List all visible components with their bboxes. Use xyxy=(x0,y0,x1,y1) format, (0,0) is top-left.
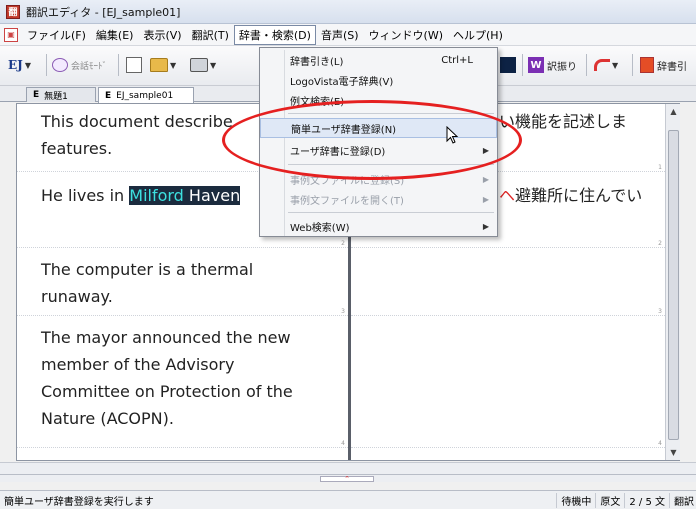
tab-ej-sample01[interactable]: E EJ_sample01 xyxy=(98,87,194,103)
segment-line: Nature (ACOPN). xyxy=(41,409,174,428)
menu-separator xyxy=(288,212,494,213)
status-bar: 簡単ユーザ辞書登録を実行します 待機中 原文 2 / 5 文 翻訳 xyxy=(0,490,696,509)
menu-voice[interactable]: 音声(S) xyxy=(316,25,364,45)
menu-item-web-search[interactable]: Web検索(W) ▶ xyxy=(260,216,497,236)
target-segment[interactable]: 4 xyxy=(351,318,665,448)
chevron-down-icon: ▼ xyxy=(170,60,177,70)
source-segment[interactable]: The mayor announced the new member of th… xyxy=(17,318,348,448)
printer-icon xyxy=(190,58,208,72)
document-icon[interactable]: ▣ xyxy=(4,27,18,42)
segment-number: 3 xyxy=(658,308,662,315)
menu-bar: ▣ ファイル(F) 編集(E) 表示(V) 翻訳(T) 辞書・検索(D) 音声(… xyxy=(0,24,696,46)
folder-icon xyxy=(150,58,168,72)
word-icon: W xyxy=(528,57,544,73)
toolbar-separator xyxy=(118,54,119,76)
bottom-splitter-bar[interactable]: ⌃ xyxy=(0,462,696,483)
translation-editor-window: 翻 翻訳エディタ - [EJ_sample01] ▣ ファイル(F) 編集(E)… xyxy=(0,0,696,509)
undo-icon xyxy=(594,59,610,71)
segment-number: 3 xyxy=(341,308,345,315)
chevron-down-icon: ▼ xyxy=(24,60,31,70)
window-title: 翻訳エディタ - [EJ_sample01] xyxy=(26,5,181,19)
scrollbar-thumb[interactable] xyxy=(668,130,679,440)
menu-translate[interactable]: 翻訳(T) xyxy=(187,25,234,45)
segment-number: 2 xyxy=(658,240,662,247)
shortcut-label: Ctrl+L xyxy=(441,54,473,66)
expand-panel-grip[interactable]: ⌃ xyxy=(320,475,374,483)
menu-dictionary-search[interactable]: 辞書・検索(D) xyxy=(233,24,316,45)
target-segment[interactable]: 3 xyxy=(351,250,665,316)
segment-number: 4 xyxy=(341,440,345,447)
new-document-button[interactable] xyxy=(126,54,142,76)
source-segment[interactable]: The computer is a thermal runaway. 3 xyxy=(17,250,348,316)
print-button[interactable]: ▼ xyxy=(190,54,216,76)
submenu-arrow-icon: ▶ xyxy=(482,194,489,204)
conversation-mode-button[interactable]: 会話ﾓｰﾄﾞ xyxy=(52,54,107,76)
status-source-label: 原文 xyxy=(595,492,620,508)
scroll-down-arrow[interactable]: ▼ xyxy=(666,445,681,460)
status-state: 待機中 xyxy=(556,492,591,508)
status-message: 簡単ユーザ辞書登録を実行します xyxy=(4,496,154,508)
new-document-icon xyxy=(126,57,142,73)
undo-button[interactable]: ▼ xyxy=(594,54,618,76)
translate-annotate-button[interactable]: W 訳振り xyxy=(528,54,577,76)
speech-bubble-icon xyxy=(52,58,68,72)
highlighted-word: Milford xyxy=(129,186,184,205)
segment-line: The mayor announced the new xyxy=(41,328,291,347)
ej-direction-button[interactable]: EJ ▼ xyxy=(8,54,31,76)
scroll-up-arrow[interactable]: ▲ xyxy=(666,104,681,119)
status-indicators: 待機中 原文 2 / 5 文 翻訳 xyxy=(556,492,696,508)
tab-untitled1[interactable]: E 無題1 xyxy=(26,87,96,102)
menu-window[interactable]: ウィンドウ(W) xyxy=(364,25,448,45)
toolbar-separator xyxy=(522,54,523,76)
segment-number: 1 xyxy=(658,164,662,171)
menu-edit[interactable]: 編集(E) xyxy=(91,25,139,45)
chevron-down-icon: ▼ xyxy=(612,60,619,70)
menu-view[interactable]: 表示(V) xyxy=(138,25,186,45)
menu-item-logovista-dictionary[interactable]: LogoVista電子辞典(V) xyxy=(260,70,497,90)
segment-number: 4 xyxy=(658,440,662,447)
toolbar-separator xyxy=(632,54,633,76)
status-sentence-count: 2 / 5 文 xyxy=(624,492,665,508)
title-bar: 翻 翻訳エディタ - [EJ_sample01] xyxy=(0,0,696,24)
highlighted-word: Haven xyxy=(183,186,241,205)
submenu-arrow-icon: ▶ xyxy=(482,221,489,231)
annotation-ellipse xyxy=(222,100,522,180)
submenu-arrow-icon: ▶ xyxy=(482,174,489,184)
menu-item-open-example-file[interactable]: 事例文ファイルを開く(T) ▶ xyxy=(260,189,497,209)
toolbar-dark-button[interactable] xyxy=(500,54,516,76)
segment-line: The computer is a thermal xyxy=(41,260,254,279)
toolbar-separator xyxy=(586,54,587,76)
menu-file[interactable]: ファイル(F) xyxy=(22,25,91,45)
segment-line: member of the Advisory xyxy=(41,355,235,374)
toolbar-dark-icon xyxy=(500,57,516,73)
vertical-scrollbar[interactable]: ▲ ▼ xyxy=(665,104,680,460)
chevron-down-icon: ▼ xyxy=(210,60,217,70)
segment-number: 2 xyxy=(341,240,345,247)
toolbar-separator xyxy=(46,54,47,76)
segment-line: Committee on Protection of the xyxy=(41,382,293,401)
app-icon: 翻 xyxy=(6,4,20,19)
segment-line: runaway. xyxy=(41,287,113,306)
dictionary-icon xyxy=(640,57,654,73)
mouse-pointer-icon xyxy=(446,126,459,144)
status-translate-label: 翻訳 xyxy=(669,492,694,508)
dictionary-lookup-button[interactable]: 辞書引 xyxy=(640,54,687,76)
open-file-button[interactable]: ▼ xyxy=(150,54,176,76)
menu-help[interactable]: ヘルプ(H) xyxy=(448,25,508,45)
menu-item-dictionary-lookup[interactable]: 辞書引き(L) Ctrl+L xyxy=(260,50,497,70)
